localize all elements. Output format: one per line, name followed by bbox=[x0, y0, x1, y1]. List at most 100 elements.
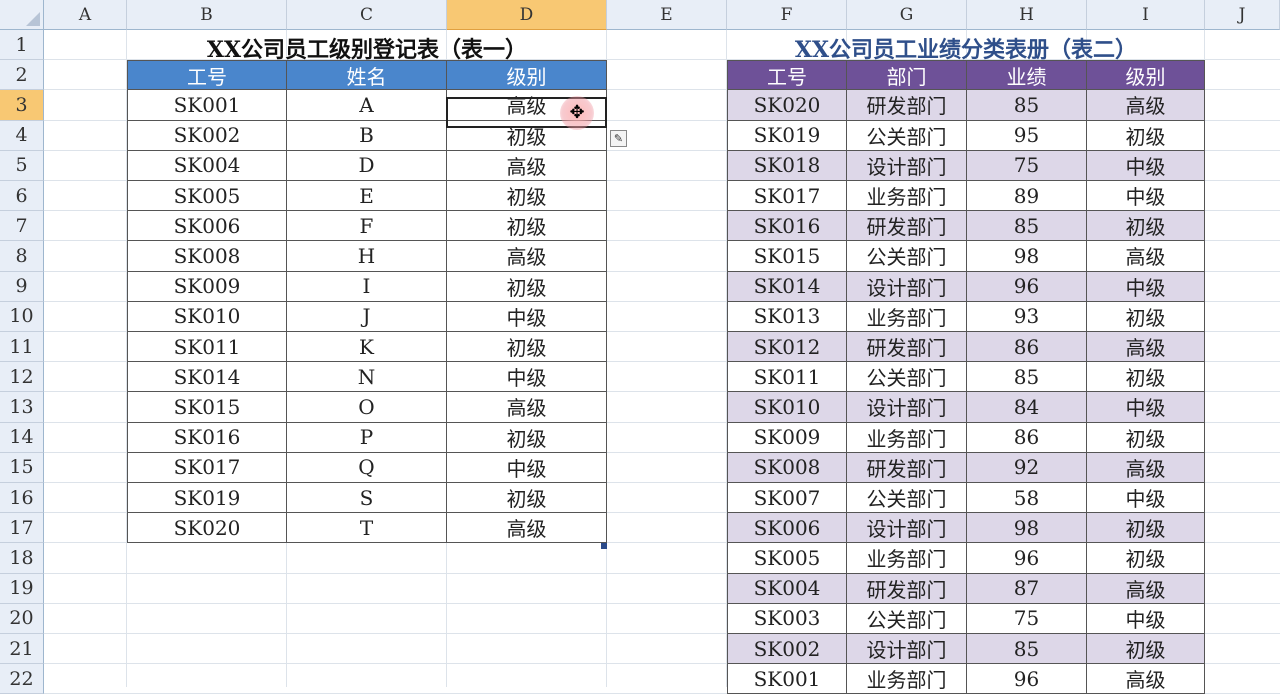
table1-cell[interactable]: 高级 bbox=[447, 392, 607, 423]
table2-cell[interactable]: SK013 bbox=[727, 301, 847, 332]
table2-cell[interactable]: SK012 bbox=[727, 332, 847, 363]
table1-cell[interactable]: SK011 bbox=[127, 332, 287, 363]
table2-cell[interactable]: 高级 bbox=[1087, 90, 1205, 121]
table2-cell[interactable]: 中级 bbox=[1087, 603, 1205, 634]
table2-cell[interactable]: 初级 bbox=[1087, 513, 1205, 544]
row-header-17[interactable]: 17 bbox=[0, 513, 44, 544]
table2-cell[interactable]: 高级 bbox=[1087, 332, 1205, 363]
table2-cell[interactable]: 设计部门 bbox=[847, 271, 967, 302]
table2-cell[interactable]: 高级 bbox=[1087, 664, 1205, 694]
table1-cell[interactable]: SK010 bbox=[127, 301, 287, 332]
table2-cell[interactable]: 85 bbox=[967, 90, 1087, 121]
table1-cell[interactable]: 高级 bbox=[447, 513, 607, 544]
table1-cell[interactable]: SK006 bbox=[127, 211, 287, 242]
table1-cell[interactable]: B bbox=[287, 120, 447, 151]
table2-cell[interactable]: SK011 bbox=[727, 362, 847, 393]
row-header-7[interactable]: 7 bbox=[0, 211, 44, 242]
table1-cell[interactable]: SK008 bbox=[127, 241, 287, 272]
table2-cell[interactable]: 公关部门 bbox=[847, 483, 967, 514]
table2-cell[interactable]: 96 bbox=[967, 271, 1087, 302]
table1-cell[interactable]: SK002 bbox=[127, 120, 287, 151]
table1-cell[interactable]: SK014 bbox=[127, 362, 287, 393]
table2-cell[interactable]: 业务部门 bbox=[847, 664, 967, 694]
table1-cell[interactable]: 高级 bbox=[447, 241, 607, 272]
table2-cell[interactable]: 公关部门 bbox=[847, 362, 967, 393]
table2-cell[interactable]: 98 bbox=[967, 513, 1087, 544]
table2-cell[interactable]: SK020 bbox=[727, 90, 847, 121]
table2-cell[interactable]: 85 bbox=[967, 362, 1087, 393]
table2-cell[interactable]: 75 bbox=[967, 150, 1087, 181]
table2-cell[interactable]: 95 bbox=[967, 120, 1087, 151]
table1-cell[interactable]: 中级 bbox=[447, 452, 607, 483]
row-header-20[interactable]: 20 bbox=[0, 603, 44, 634]
row-header-21[interactable]: 21 bbox=[0, 634, 44, 665]
column-header-a[interactable]: A bbox=[44, 0, 127, 30]
column-header-g[interactable]: G bbox=[847, 0, 967, 30]
table1-cell[interactable]: SK004 bbox=[127, 150, 287, 181]
table2-cell[interactable]: 设计部门 bbox=[847, 634, 967, 665]
table1-cell[interactable]: I bbox=[287, 271, 447, 302]
row-header-8[interactable]: 8 bbox=[0, 241, 44, 272]
table2-cell[interactable]: 设计部门 bbox=[847, 150, 967, 181]
table1-cell[interactable]: S bbox=[287, 483, 447, 514]
table2-cell[interactable]: 初级 bbox=[1087, 211, 1205, 242]
table1-cell[interactable]: Q bbox=[287, 452, 447, 483]
table1-cell[interactable]: N bbox=[287, 362, 447, 393]
row-header-13[interactable]: 13 bbox=[0, 392, 44, 423]
table2-cell[interactable]: 中级 bbox=[1087, 181, 1205, 212]
table2-header-cell[interactable]: 业绩 bbox=[967, 60, 1087, 91]
column-header-j[interactable]: J bbox=[1205, 0, 1280, 30]
table2-cell[interactable]: SK016 bbox=[727, 211, 847, 242]
table2-cell[interactable]: SK006 bbox=[727, 513, 847, 544]
table2-cell[interactable]: SK004 bbox=[727, 573, 847, 604]
table2-cell[interactable]: 中级 bbox=[1087, 483, 1205, 514]
column-header-e[interactable]: E bbox=[607, 0, 727, 30]
table2-cell[interactable]: SK001 bbox=[727, 664, 847, 694]
table2-cell[interactable]: SK015 bbox=[727, 241, 847, 272]
row-header-9[interactable]: 9 bbox=[0, 271, 44, 302]
table2-cell[interactable]: 公关部门 bbox=[847, 120, 967, 151]
select-all-corner[interactable] bbox=[0, 0, 44, 30]
table2-header-cell[interactable]: 部门 bbox=[847, 60, 967, 91]
table2-cell[interactable]: 业务部门 bbox=[847, 181, 967, 212]
table1-cell[interactable]: SK005 bbox=[127, 181, 287, 212]
row-header-16[interactable]: 16 bbox=[0, 483, 44, 514]
fill-handle[interactable] bbox=[601, 543, 607, 549]
table2-cell[interactable]: 96 bbox=[967, 664, 1087, 694]
table2-cell[interactable]: 92 bbox=[967, 452, 1087, 483]
table2-cell[interactable]: 86 bbox=[967, 332, 1087, 363]
row-header-2[interactable]: 2 bbox=[0, 60, 44, 91]
table1-cell[interactable]: O bbox=[287, 392, 447, 423]
table2-cell[interactable]: 研发部门 bbox=[847, 90, 967, 121]
table1-cell[interactable]: P bbox=[287, 422, 447, 453]
table2-cell[interactable]: 75 bbox=[967, 603, 1087, 634]
table2-cell[interactable]: 公关部门 bbox=[847, 603, 967, 634]
row-header-18[interactable]: 18 bbox=[0, 543, 44, 574]
row-header-6[interactable]: 6 bbox=[0, 181, 44, 212]
table1-cell[interactable]: H bbox=[287, 241, 447, 272]
table2-cell[interactable]: 业务部门 bbox=[847, 543, 967, 574]
table2-cell[interactable]: 85 bbox=[967, 211, 1087, 242]
table1-cell[interactable]: SK020 bbox=[127, 513, 287, 544]
table2-cell[interactable]: SK010 bbox=[727, 392, 847, 423]
table2-cell[interactable]: SK009 bbox=[727, 422, 847, 453]
table2-cell[interactable]: 研发部门 bbox=[847, 452, 967, 483]
table1-cell[interactable]: 中级 bbox=[447, 301, 607, 332]
table1-cell[interactable]: SK017 bbox=[127, 452, 287, 483]
table2-cell[interactable]: 设计部门 bbox=[847, 392, 967, 423]
table1-cell[interactable]: SK001 bbox=[127, 90, 287, 121]
table2-cell[interactable]: SK007 bbox=[727, 483, 847, 514]
table1-cell[interactable]: F bbox=[287, 211, 447, 242]
table1-cell[interactable]: SK015 bbox=[127, 392, 287, 423]
table1-cell[interactable]: 初级 bbox=[447, 422, 607, 453]
table2-cell[interactable]: 业务部门 bbox=[847, 301, 967, 332]
table2-cell[interactable]: 84 bbox=[967, 392, 1087, 423]
table1-cell[interactable]: SK019 bbox=[127, 483, 287, 514]
column-header-b[interactable]: B bbox=[127, 0, 287, 30]
table2-cell[interactable]: SK003 bbox=[727, 603, 847, 634]
table1-cell[interactable]: SK009 bbox=[127, 271, 287, 302]
table2-cell[interactable]: 中级 bbox=[1087, 271, 1205, 302]
table1-cell[interactable]: A bbox=[287, 90, 447, 121]
table2-header-cell[interactable]: 工号 bbox=[727, 60, 847, 91]
table2-cell[interactable]: 初级 bbox=[1087, 634, 1205, 665]
